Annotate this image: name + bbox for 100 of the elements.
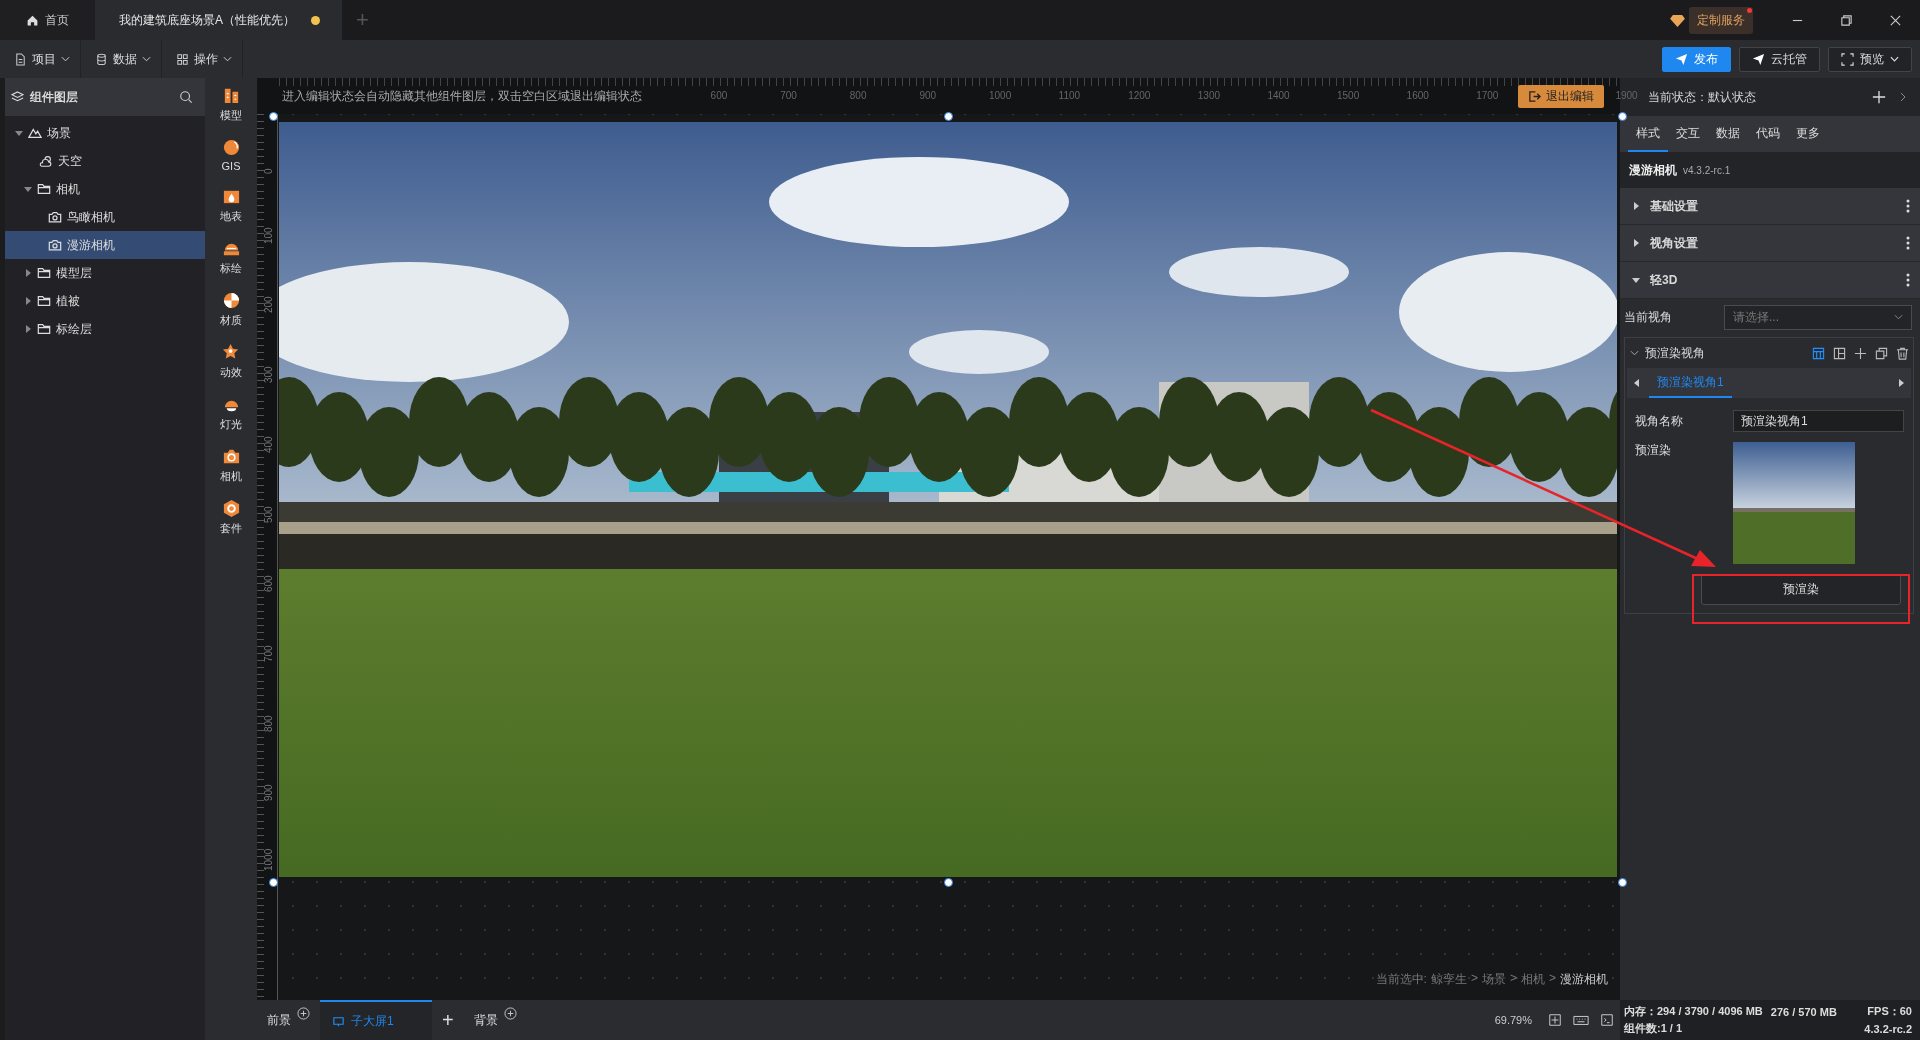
- caret-down-icon[interactable]: [15, 129, 23, 137]
- resize-handle[interactable]: [269, 112, 278, 121]
- chevron-right-icon[interactable]: [1900, 92, 1906, 102]
- layer-tree-item[interactable]: 相机: [5, 175, 205, 203]
- ruler-label: 1300: [1197, 90, 1221, 101]
- ruler-label: 1600: [1406, 90, 1429, 101]
- caret-left-icon[interactable]: [1633, 379, 1641, 387]
- view-name-input[interactable]: 预渲染视角1: [1733, 410, 1904, 432]
- fit-screen-icon[interactable]: [1547, 1013, 1563, 1027]
- tool-label: 相机: [220, 469, 242, 484]
- resize-handle[interactable]: [944, 112, 953, 121]
- custom-service-button[interactable]: 定制服务: [1689, 6, 1753, 34]
- add-circle-icon[interactable]: [503, 1007, 517, 1020]
- panel-title: 组件图层: [30, 88, 78, 106]
- ruler-label: 1000: [989, 90, 1012, 101]
- preview-action-button[interactable]: 预览: [1828, 46, 1912, 72]
- inspector-tab[interactable]: 代码: [1748, 116, 1788, 152]
- group-title: 预渲染视角: [1645, 344, 1705, 362]
- breadcrumb-item[interactable]: 漫游相机: [1560, 971, 1608, 988]
- document-tab[interactable]: 首页: [0, 0, 95, 40]
- chevron-down-icon: [1894, 314, 1903, 320]
- layer-tree-item[interactable]: 标绘层: [5, 315, 205, 343]
- panel-layout-icon[interactable]: [1833, 346, 1846, 360]
- ruler-label: 200: [263, 296, 274, 314]
- copy-icon[interactable]: [1875, 346, 1888, 360]
- ruler-label: 800: [849, 90, 867, 101]
- breadcrumb-item[interactable]: 相机: [1521, 971, 1545, 988]
- tool-label: 材质: [220, 313, 242, 328]
- ruler-label: 1200: [1128, 90, 1151, 101]
- section-header[interactable]: 轻3D: [1620, 262, 1920, 299]
- cloud-action-button[interactable]: 云托管: [1739, 46, 1820, 72]
- tool-button[interactable]: GIS: [221, 138, 241, 172]
- add-screen-button[interactable]: +: [432, 1008, 464, 1032]
- caret-down-icon[interactable]: [24, 185, 32, 193]
- tool-label: 动效: [220, 365, 242, 380]
- layer-tree-item[interactable]: 漫游相机: [5, 231, 205, 259]
- search-icon[interactable]: [179, 90, 193, 104]
- layer-tree-item[interactable]: 天空: [5, 147, 205, 175]
- more-icon[interactable]: [1906, 273, 1910, 287]
- tool-button[interactable]: 地表: [220, 187, 242, 224]
- caret-right-icon[interactable]: [1897, 379, 1905, 387]
- tool-button[interactable]: 相机: [220, 447, 242, 484]
- mountain-icon: [28, 126, 42, 140]
- ruler-label: 400: [263, 436, 274, 453]
- more-icon[interactable]: [1906, 199, 1910, 213]
- view-select[interactable]: 请选择...: [1724, 304, 1912, 330]
- inspector-tab[interactable]: 数据: [1708, 116, 1748, 152]
- caret-down-icon: [1632, 276, 1640, 284]
- layer-name: 场景: [47, 124, 71, 142]
- layer-tree-item[interactable]: 模型层: [5, 259, 205, 287]
- tool-button[interactable]: 模型: [220, 86, 242, 123]
- component-version: v4.3.2-rc.1: [1683, 164, 1731, 176]
- tool-button[interactable]: 套件: [220, 499, 242, 536]
- section-header[interactable]: 视角设置: [1620, 225, 1920, 262]
- folder-icon: [37, 266, 51, 280]
- caret-right-icon[interactable]: [24, 325, 32, 333]
- tool-button[interactable]: 灯光: [220, 395, 242, 432]
- plus-icon[interactable]: [1872, 90, 1886, 104]
- prerender-button[interactable]: 预渲染: [1701, 574, 1901, 605]
- layer-tree-item[interactable]: 植被: [5, 287, 205, 315]
- component-name: 漫游相机: [1629, 161, 1677, 179]
- foreground-tab[interactable]: 前景: [257, 1011, 297, 1029]
- primary-action-button[interactable]: 发布: [1662, 46, 1731, 72]
- ruler-label: 900: [263, 784, 274, 802]
- camera-icon: [48, 238, 62, 252]
- breadcrumb-item[interactable]: 鲸孪生: [1430, 971, 1467, 988]
- trash-icon[interactable]: [1896, 346, 1909, 360]
- section-title: 轻3D: [1650, 271, 1678, 289]
- caret-right-icon[interactable]: [24, 269, 32, 277]
- section-header[interactable]: 基础设置: [1620, 188, 1920, 225]
- add-circle-icon[interactable]: [297, 1007, 310, 1020]
- exit-edit-button[interactable]: 退出编辑: [1518, 85, 1604, 108]
- chevron-down-icon: [1890, 56, 1899, 62]
- resize-handle[interactable]: [944, 878, 953, 887]
- close-icon[interactable]: [1889, 13, 1902, 27]
- breadcrumb-item[interactable]: 场景: [1481, 971, 1506, 988]
- chevron-down-icon: [223, 56, 232, 62]
- resize-handle[interactable]: [269, 878, 278, 887]
- tool-button[interactable]: 标绘: [220, 239, 242, 276]
- exit-icon: [1528, 90, 1541, 103]
- inspector-tab[interactable]: 更多: [1788, 116, 1828, 152]
- tool-button[interactable]: 材质: [220, 291, 242, 328]
- ruler-label: 1700: [1476, 90, 1499, 101]
- layer-tree-item[interactable]: 场景: [5, 119, 205, 147]
- background-tab[interactable]: 背景: [463, 1011, 504, 1029]
- tool-button[interactable]: 动效: [220, 343, 242, 380]
- keyboard-icon[interactable]: [1573, 1013, 1589, 1027]
- caret-right-icon[interactable]: [24, 297, 32, 305]
- more-icon[interactable]: [1906, 236, 1910, 250]
- document-tab[interactable]: 我的建筑底座场景A（性能优先）: [95, 0, 342, 40]
- plus-icon[interactable]: [1854, 346, 1867, 360]
- layer-tree-item[interactable]: 鸟瞰相机: [5, 203, 205, 231]
- table-layout-icon[interactable]: [1812, 346, 1825, 360]
- breadcrumb-label: 当前选中:: [1375, 971, 1427, 988]
- restore-icon[interactable]: [1840, 13, 1853, 27]
- send-icon: [1675, 52, 1688, 66]
- inspector-tab[interactable]: 交互: [1668, 116, 1708, 152]
- screen-tab[interactable]: 子大屏1: [320, 1000, 432, 1040]
- chevron-down-icon[interactable]: [1630, 350, 1639, 356]
- terminal-icon[interactable]: [1599, 1013, 1615, 1027]
